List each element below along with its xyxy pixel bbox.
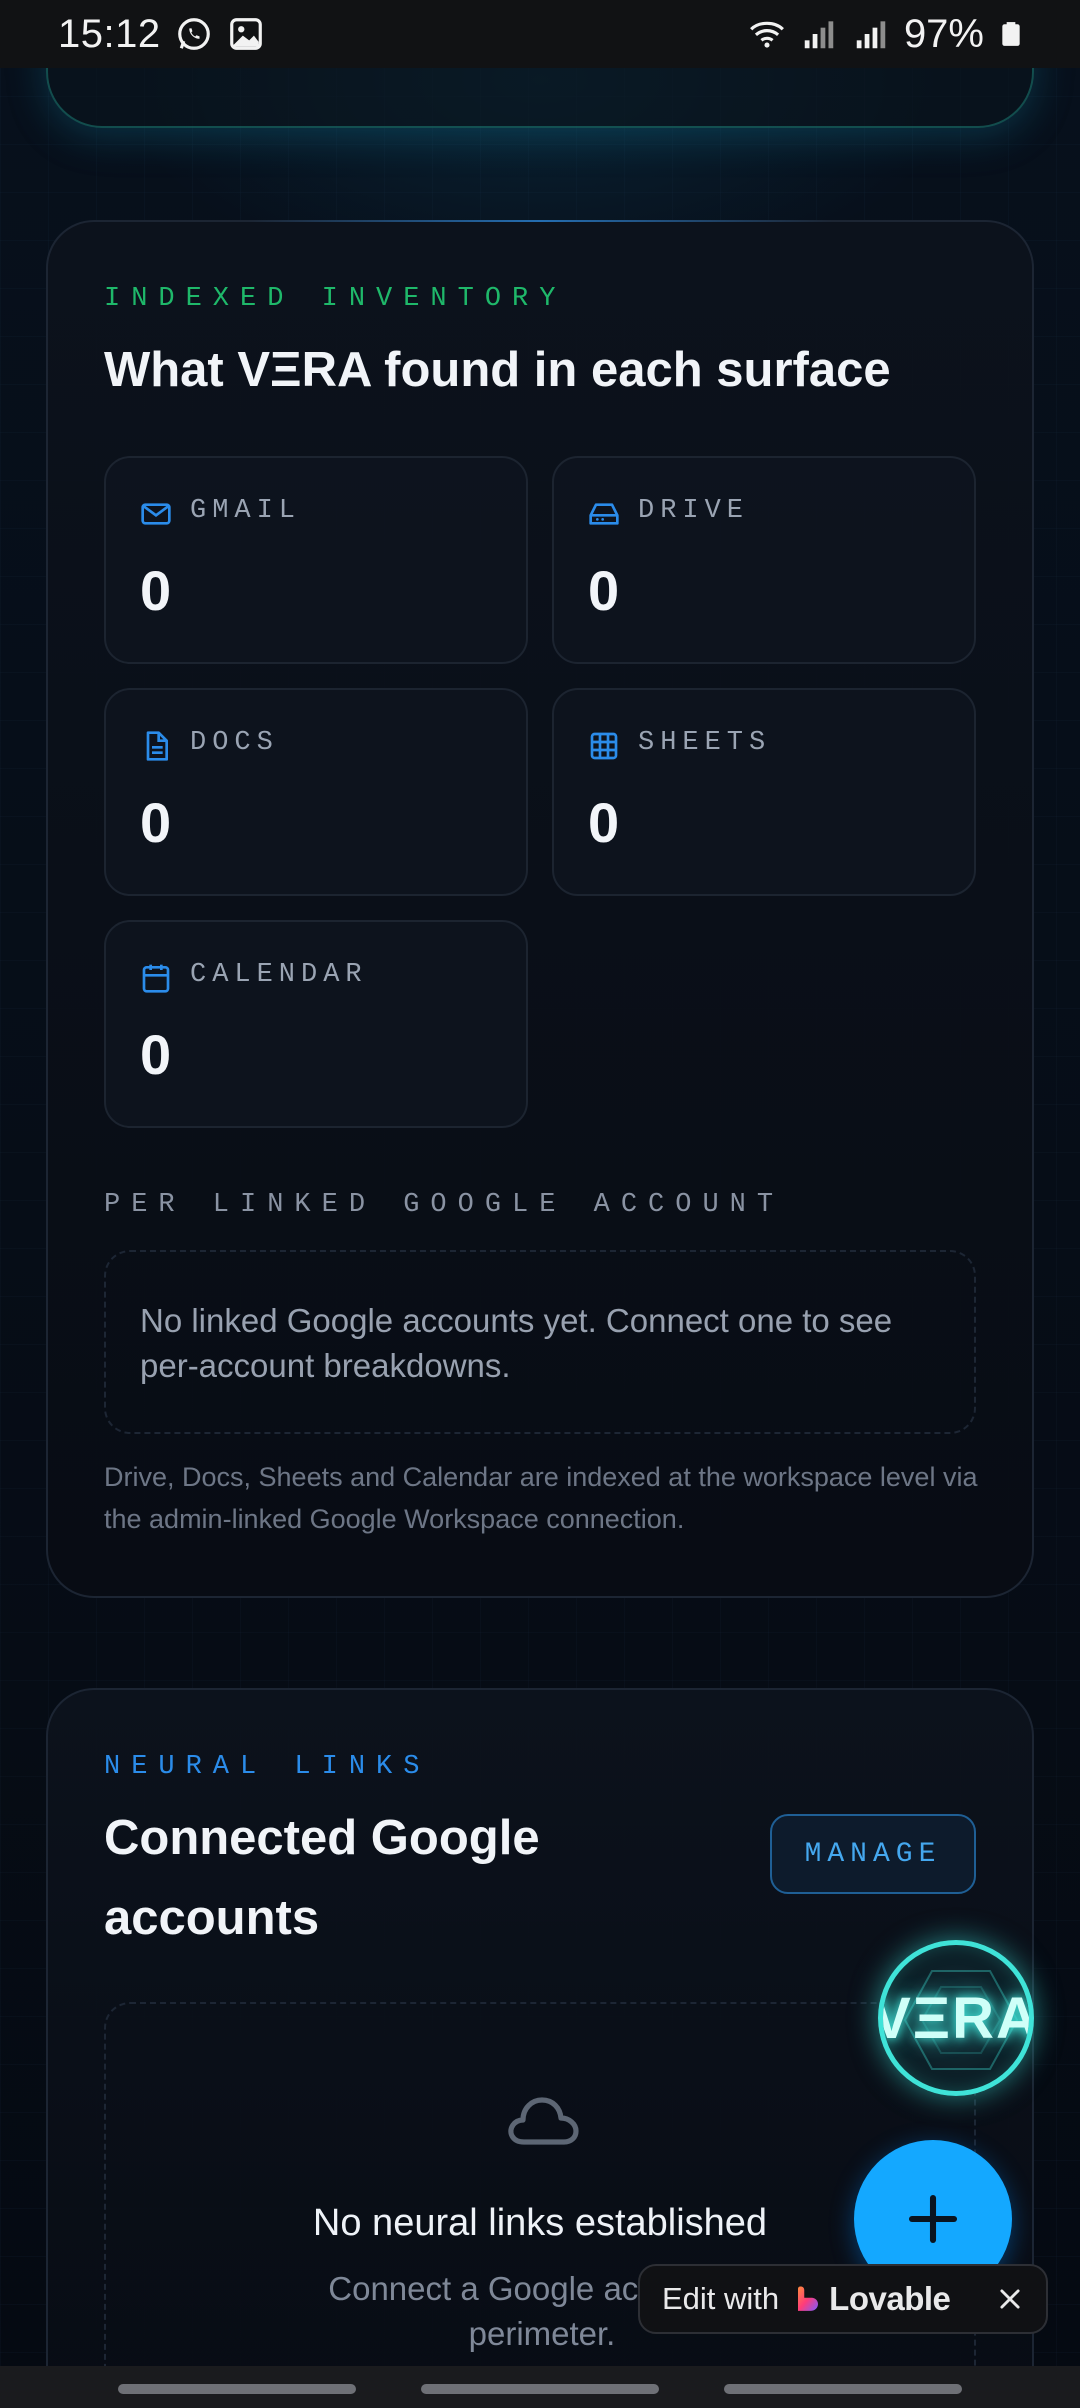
vera-assistant-orb[interactable]: VΞRA xyxy=(878,1940,1034,2096)
inventory-footnote: Drive, Docs, Sheets and Calendar are ind… xyxy=(104,1462,978,1534)
whatsapp-icon xyxy=(177,18,210,50)
stat-value: 0 xyxy=(140,559,172,622)
lovable-brand: Lovable xyxy=(829,2280,951,2317)
inventory-eyebrow: INDEXED INVENTORY xyxy=(104,284,567,314)
stat-value: 0 xyxy=(140,791,172,854)
stat-gmail[interactable]: GMAIL 0 xyxy=(104,456,528,664)
neural-links-empty-state: No neural links established Connect a Go… xyxy=(104,2002,976,2408)
inventory-title: What VΞRA found in each surface xyxy=(104,343,891,397)
nav-recents-handle[interactable] xyxy=(118,2384,356,2394)
status-right: 97% xyxy=(748,12,1024,57)
stat-value: 0 xyxy=(588,559,620,622)
calendar-icon xyxy=(142,964,170,993)
stat-docs[interactable]: DOCS 0 xyxy=(104,688,528,896)
battery-percent: 97% xyxy=(903,11,984,56)
plus-icon xyxy=(908,2194,958,2244)
neural-links-eyebrow: NEURAL LINKS xyxy=(104,1752,431,1782)
signal-icon xyxy=(804,21,834,49)
per-account-empty-text: No linked Google accounts yet. Connect o… xyxy=(140,1302,893,1384)
document-icon xyxy=(146,731,168,761)
per-account-heading: PER LINKED GOOGLE ACCOUNT xyxy=(104,1190,785,1220)
mail-icon xyxy=(141,503,171,525)
battery-icon xyxy=(1002,22,1020,46)
close-icon[interactable] xyxy=(996,2285,1024,2313)
stat-label: SHEETS xyxy=(638,728,772,758)
stat-label: CALENDAR xyxy=(190,960,368,990)
stat-label: DRIVE xyxy=(638,496,750,526)
manage-button[interactable]: MANAGE xyxy=(770,1814,976,1894)
per-account-empty-state: No linked Google accounts yet. Connect o… xyxy=(104,1250,976,1434)
system-navigation-bar xyxy=(0,2366,1080,2408)
neural-empty-subtitle-line2: perimeter. xyxy=(468,2315,616,2352)
status-bar: 15:12 97% xyxy=(0,0,1080,68)
status-time: 15:12 xyxy=(58,11,161,56)
neural-links-title: Connected Google accounts xyxy=(104,1811,540,1945)
stat-calendar[interactable]: CALENDAR 0 xyxy=(104,920,528,1128)
cloud-icon xyxy=(508,2097,579,2145)
drive-icon xyxy=(589,503,619,525)
stat-drive[interactable]: DRIVE 0 xyxy=(552,456,976,664)
neural-empty-title: No neural links established xyxy=(312,2202,768,2244)
stat-label: GMAIL xyxy=(190,496,302,526)
signal-icon xyxy=(856,21,886,49)
nav-back-handle[interactable] xyxy=(724,2384,962,2394)
gallery-icon xyxy=(229,18,262,50)
edit-with-lovable-badge[interactable]: Edit with Lovable xyxy=(638,2264,1048,2334)
stat-label: DOCS xyxy=(190,728,279,758)
table-icon xyxy=(590,732,618,760)
status-left: 15:12 xyxy=(58,12,265,57)
stat-value: 0 xyxy=(140,1023,172,1086)
stat-value: 0 xyxy=(588,791,620,854)
lovable-heart-icon xyxy=(798,2286,819,2311)
wifi-icon xyxy=(749,21,784,48)
lovable-edit-text: Edit with xyxy=(662,2281,780,2316)
nav-home-handle[interactable] xyxy=(421,2384,659,2394)
vera-orb-label: VΞRA xyxy=(878,1985,1034,2051)
stat-sheets[interactable]: SHEETS 0 xyxy=(552,688,976,896)
inventory-card: INDEXED INVENTORY What VΞRA found in eac… xyxy=(46,220,1034,1598)
